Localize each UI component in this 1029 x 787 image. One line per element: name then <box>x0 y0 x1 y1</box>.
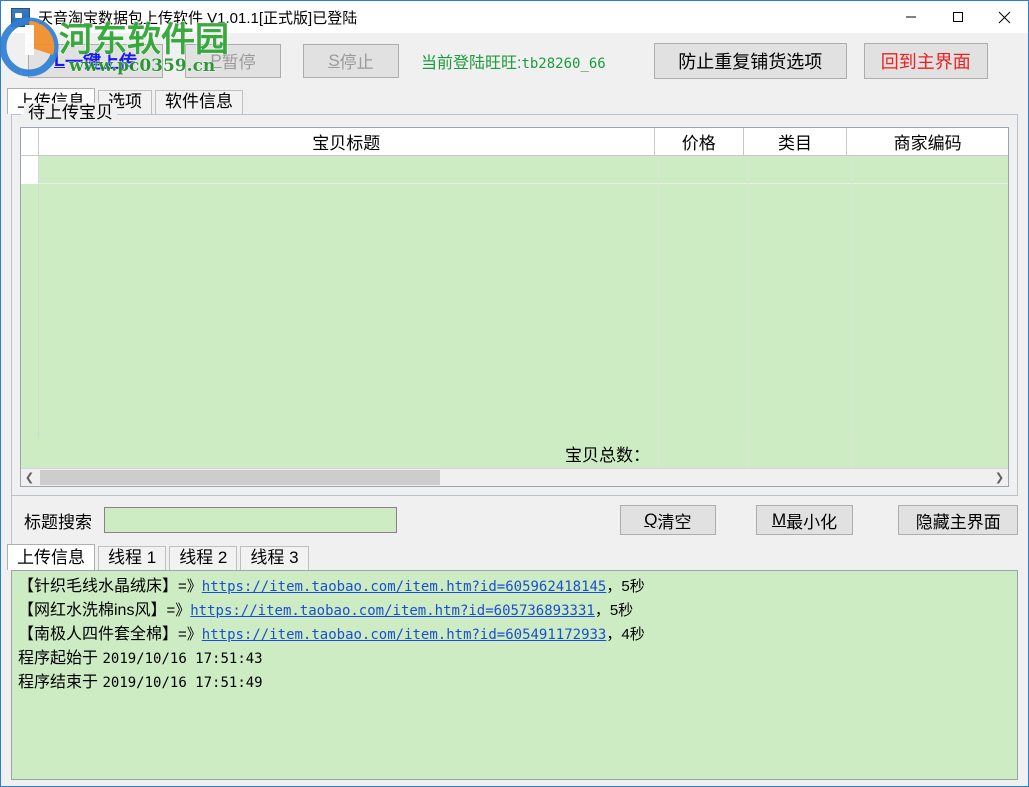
log-start-time: 2019/10/16 17:51:43 <box>102 651 263 667</box>
grid-column-divider <box>748 156 749 468</box>
tab-thread-1[interactable]: 线程 1 <box>98 546 167 570</box>
log-item-name: 【针织毛线水晶绒床】 <box>18 578 179 595</box>
application-window: 天音淘宝数据包上传软件 V1.01.1[正式版]已登陆 L 一键上传 P 暂停 S停… <box>0 0 1029 787</box>
log-item-name: 【网红水洗棉ins风】 <box>18 602 167 619</box>
clear-accelerator: Q <box>644 510 658 529</box>
pause-label: 暂停 <box>221 53 256 72</box>
pending-items-groupbox: 待上传宝贝 宝贝标题 价格 类目 商家编码 宝贝总数： ❮ ❯ <box>11 103 1018 496</box>
close-button[interactable] <box>981 1 1028 33</box>
window-controls <box>887 1 1028 33</box>
log-end-label: 程序结束于 <box>18 674 99 691</box>
log-entry: 【网红水洗棉ins风】=》https://item.taobao.com/ite… <box>18 599 1017 623</box>
items-grid: 宝贝标题 价格 类目 商家编码 宝贝总数： ❮ ❯ <box>20 127 1009 487</box>
log-duration: ，5秒 <box>594 602 634 619</box>
grid-total-spacer <box>748 438 852 468</box>
chevron-right-icon[interactable]: ❯ <box>991 469 1008 486</box>
log-end-time: 2019/10/16 17:51:49 <box>102 675 263 691</box>
minimize-label: 最小化 <box>786 512 838 532</box>
log-tab-bar: 上传信息 线程 1 线程 2 线程 3 <box>1 544 1028 570</box>
grid-horizontal-scrollbar[interactable]: ❮ ❯ <box>21 468 1008 486</box>
log-item-name: 【南极人四件套全棉】 <box>18 626 179 643</box>
pause-button[interactable]: P 暂停 <box>185 43 281 78</box>
log-panel[interactable]: 【针织毛线水晶绒床】=》https://item.taobao.com/item… <box>11 570 1018 780</box>
login-status: 当前登陆旺旺:tb28260_66 <box>421 49 606 73</box>
log-entry: 【针织毛线水晶绒床】=》https://item.taobao.com/item… <box>18 575 1017 599</box>
upload-label: 一键上传 <box>65 51 137 72</box>
login-account-value: tb28260_66 <box>521 55 606 72</box>
log-start-line: 程序起始于 2019/10/16 17:51:43 <box>18 647 1017 671</box>
log-duration: ，5秒 <box>606 578 645 595</box>
back-to-main-button[interactable]: 回到主界面 <box>863 42 988 79</box>
log-start-label: 程序起始于 <box>18 650 99 667</box>
search-label: 标题搜索 <box>24 512 92 532</box>
grid-column-divider <box>658 156 659 468</box>
stop-button[interactable]: S 停止 <box>303 43 399 78</box>
pending-items-label: 待上传宝贝 <box>24 103 117 123</box>
grid-corner-cell <box>21 128 39 155</box>
search-input[interactable] <box>104 507 398 533</box>
minimize-button[interactable] <box>887 1 934 33</box>
grid-total-value <box>658 438 748 468</box>
stop-accelerator: S <box>328 50 340 70</box>
upload-accelerator: L <box>54 50 65 70</box>
log-item-link[interactable]: https://item.taobao.com/item.htm?id=6054… <box>202 627 607 643</box>
grid-row-header-cell[interactable] <box>21 156 39 184</box>
tab-thread-3[interactable]: 线程 3 <box>240 546 309 570</box>
clear-button[interactable]: Q 清空 <box>620 505 716 535</box>
minimize-accelerator: M <box>771 510 787 529</box>
app-icon <box>11 7 30 27</box>
chevron-left-icon[interactable]: ❮ <box>21 469 38 486</box>
grid-total-label: 宝贝总数： <box>565 445 650 465</box>
title-bar: 天音淘宝数据包上传软件 V1.01.1[正式版]已登陆 <box>1 1 1028 33</box>
login-prefix-label: 当前登陆旺旺: <box>421 54 522 72</box>
grid-row-header-column <box>21 156 39 468</box>
grid-body[interactable]: 宝贝总数： <box>21 156 1008 468</box>
grid-column-divider <box>852 156 853 468</box>
tab-software-info[interactable]: 软件信息 <box>155 90 243 114</box>
grid-total-row: 宝贝总数： <box>38 438 1008 468</box>
tab-log-upload-info[interactable]: 上传信息 <box>7 544 95 570</box>
grid-row-divider <box>38 183 1008 184</box>
grid-header-row: 宝贝标题 价格 类目 商家编码 <box>21 128 1008 156</box>
log-duration: ，4秒 <box>606 626 645 643</box>
prevent-duplicate-options-button[interactable]: 防止重复铺货选项 <box>653 42 847 79</box>
hscroll-thumb[interactable] <box>40 470 441 485</box>
grid-column-category[interactable]: 类目 <box>743 128 848 155</box>
window-title: 天音淘宝数据包上传软件 V1.01.1[正式版]已登陆 <box>38 9 358 27</box>
hscroll-track[interactable] <box>38 469 991 486</box>
main-tab-bar: 上传信息 选项 软件信息 <box>1 88 1028 114</box>
grid-column-price[interactable]: 价格 <box>654 128 744 155</box>
log-item-link[interactable]: https://item.taobao.com/item.htm?id=6059… <box>202 579 607 595</box>
search-bar: 标题搜索 Q 清空 M 最小化 隐藏主界面 <box>11 496 1018 544</box>
log-arrow: =》 <box>178 626 202 643</box>
hide-main-window-button[interactable]: 隐藏主界面 <box>898 505 1018 535</box>
one-key-upload-button[interactable]: L 一键上传 <box>28 43 163 78</box>
log-item-link[interactable]: https://item.taobao.com/item.htm?id=6057… <box>190 603 595 619</box>
maximize-button[interactable] <box>934 1 981 33</box>
toolbar: L 一键上传 P 暂停 S 停止 当前登陆旺旺:tb28260_66 防止重复铺货选项… <box>1 33 1028 88</box>
log-arrow: =》 <box>166 602 191 619</box>
log-entry: 【南极人四件套全棉】=》https://item.taobao.com/item… <box>18 623 1017 647</box>
log-end-line: 程序结束于 2019/10/16 17:51:49 <box>18 671 1017 695</box>
minimize-app-button[interactable]: M 最小化 <box>755 505 854 535</box>
grid-column-title[interactable]: 宝贝标题 <box>39 128 655 155</box>
stop-label: 停止 <box>339 53 374 72</box>
tab-thread-2[interactable]: 线程 2 <box>169 546 238 570</box>
clear-label: 清空 <box>657 512 692 532</box>
log-arrow: =》 <box>178 578 202 595</box>
pause-accelerator: P <box>210 50 222 70</box>
grid-column-merchant-code[interactable]: 商家编码 <box>847 128 1008 155</box>
